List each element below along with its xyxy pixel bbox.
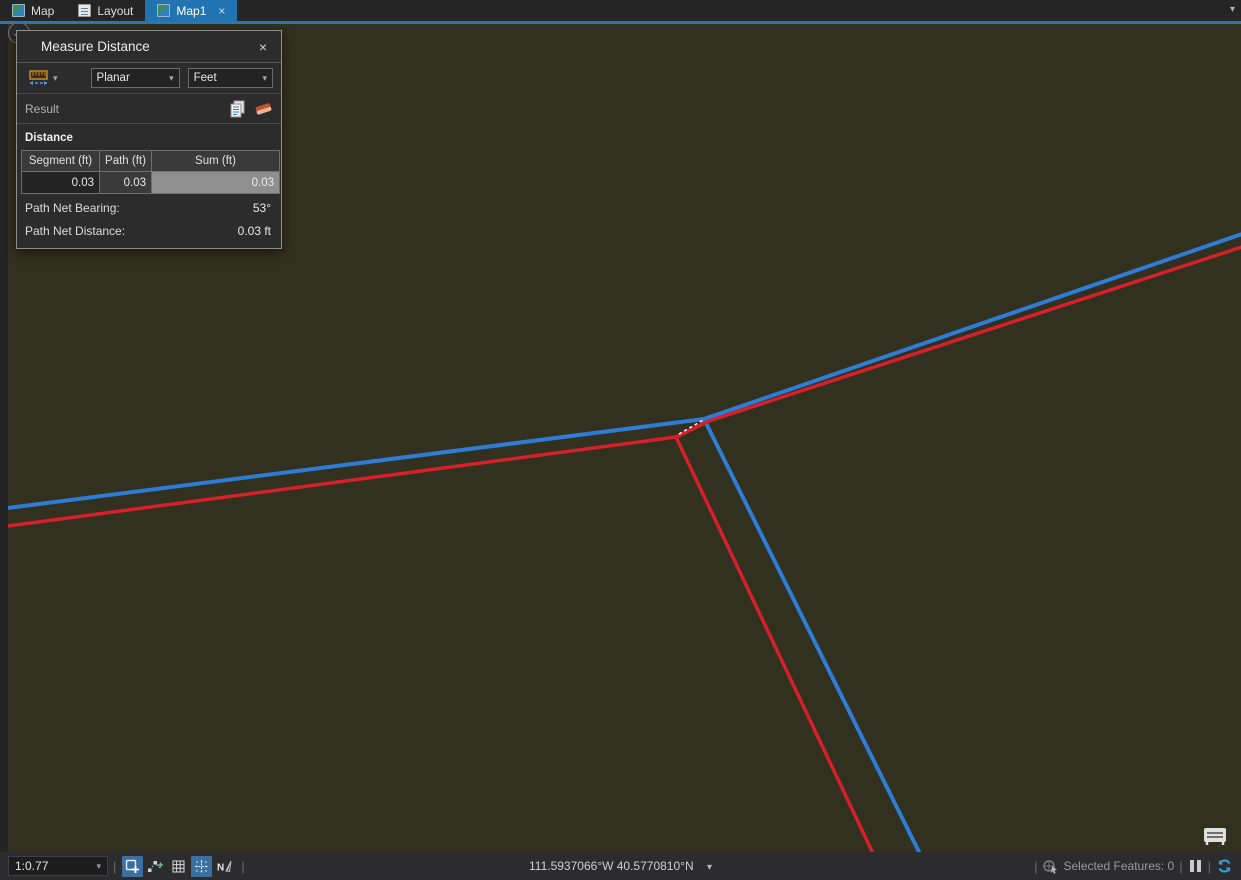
path-column-header: Path (ft) (100, 151, 152, 172)
sum-column-header: Sum (ft) (152, 151, 280, 172)
coordinate-readout[interactable]: 111.5937066°W 40.5770810°N ▾ (529, 859, 712, 873)
square-plus-icon (125, 859, 140, 874)
segment-value-cell: 0.03 (22, 172, 100, 194)
pause-icon (1190, 860, 1194, 872)
ruler-icon (28, 70, 50, 87)
result-row: Result (17, 94, 281, 124)
separator: | (1208, 859, 1211, 874)
result-label: Result (25, 102, 229, 116)
map-scale-dropdown[interactable]: 1:0.77 ▾ (8, 856, 108, 876)
chevron-down-icon: ▾ (53, 73, 58, 84)
measure-unit-dropdown[interactable]: Feet ▾ (188, 68, 273, 88)
path-net-distance-value: 0.03 ft (238, 224, 271, 238)
path-net-bearing-label: Path Net Bearing: (25, 201, 120, 215)
table-header-row: Segment (ft) Path (ft) Sum (ft) (22, 151, 280, 172)
tab-map[interactable]: Map (0, 0, 66, 21)
selected-features-label: Selected Features: 0 (1063, 859, 1174, 873)
path-net-bearing-row: Path Net Bearing: 53° (21, 194, 277, 217)
tab-map-label: Map (31, 4, 54, 18)
path-value-cell: 0.03 (100, 172, 152, 194)
coordinate-value: 111.5937066°W 40.5770810°N (529, 859, 694, 873)
refresh-icon[interactable] (1216, 858, 1233, 874)
sum-value-cell: 0.03 (152, 172, 280, 194)
tab-layout-label: Layout (97, 4, 133, 18)
measure-mode-dropdown[interactable]: Planar ▾ (91, 68, 180, 88)
selected-features-indicator[interactable]: Selected Features: 0 (1042, 859, 1174, 874)
active-tab-underline (0, 21, 1241, 24)
separator: | (1034, 859, 1037, 874)
snapping-toggle-button[interactable] (191, 856, 212, 877)
chevron-down-icon: ▾ (163, 73, 174, 84)
view-tab-strip: Map Layout Map1 × ▾ (0, 0, 1241, 21)
tab-map1-label: Map1 (176, 4, 206, 18)
sketch-tool-button[interactable] (145, 856, 166, 877)
grid-icon (171, 859, 186, 874)
measure-distance-dialog: Measure Distance × ▾ Planar ▾ Feet ▾ Res… (16, 30, 282, 249)
pause-icon (1197, 860, 1201, 872)
selection-globe-icon (1042, 859, 1059, 874)
path-net-distance-row: Path Net Distance: 0.03 ft (21, 217, 277, 240)
add-map-frame-button[interactable] (122, 856, 143, 877)
measure-unit-value: Feet (194, 72, 217, 84)
polyline-plus-icon (147, 859, 164, 874)
distance-section-label: Distance (21, 130, 277, 150)
dialog-title-bar[interactable]: Measure Distance × (17, 31, 281, 63)
segment-column-header: Segment (ft) (22, 151, 100, 172)
path-net-bearing-value: 53° (253, 201, 271, 215)
snapping-dots-icon (194, 859, 209, 874)
north-arrow-icon: N (216, 859, 233, 874)
dialog-body: Distance Segment (ft) Path (ft) Sum (ft)… (17, 124, 281, 248)
chevron-down-icon: ▾ (256, 73, 267, 84)
north-arrow-button[interactable]: N (214, 856, 235, 877)
measure-toolbar: ▾ Planar ▾ Feet ▾ (17, 63, 281, 94)
path-net-distance-label: Path Net Distance: (25, 224, 125, 238)
separator: | (113, 859, 116, 874)
dialog-title: Measure Distance (41, 39, 255, 54)
chevron-down-icon: ▾ (707, 862, 712, 873)
separator: | (1179, 859, 1182, 874)
statusbar-right-group: | Selected Features: 0 | | (1029, 858, 1233, 874)
table-row[interactable]: 0.03 0.03 0.03 (22, 172, 280, 194)
tab-map1[interactable]: Map1 × (145, 0, 237, 21)
distance-table: Segment (ft) Path (ft) Sum (ft) 0.03 0.0… (21, 150, 280, 194)
close-icon[interactable]: × (255, 39, 271, 55)
svg-text:N: N (217, 862, 224, 873)
clear-result-eraser-icon[interactable] (254, 101, 273, 117)
tab-layout[interactable]: Layout (66, 0, 145, 21)
measure-tool-button[interactable]: ▾ (25, 68, 61, 89)
pause-drawing-button[interactable] (1190, 860, 1201, 872)
map-overflow-drawer-icon[interactable] (1203, 827, 1227, 846)
map-view-icon (12, 4, 25, 17)
map-view-icon (157, 4, 170, 17)
chevron-down-icon: ▾ (96, 861, 101, 872)
grid-toggle-button[interactable] (168, 856, 189, 877)
status-bar: 1:0.77 ▾ | N (0, 852, 1241, 880)
measure-mode-value: Planar (97, 72, 130, 84)
separator: | (241, 859, 244, 874)
tab-overflow-chevron-icon[interactable]: ▾ (1230, 4, 1235, 15)
close-tab-icon[interactable]: × (218, 5, 225, 17)
left-edge-strip (0, 24, 8, 852)
copy-result-icon[interactable] (229, 100, 246, 118)
map-scale-value: 1:0.77 (15, 859, 48, 873)
layout-view-icon (78, 4, 91, 17)
